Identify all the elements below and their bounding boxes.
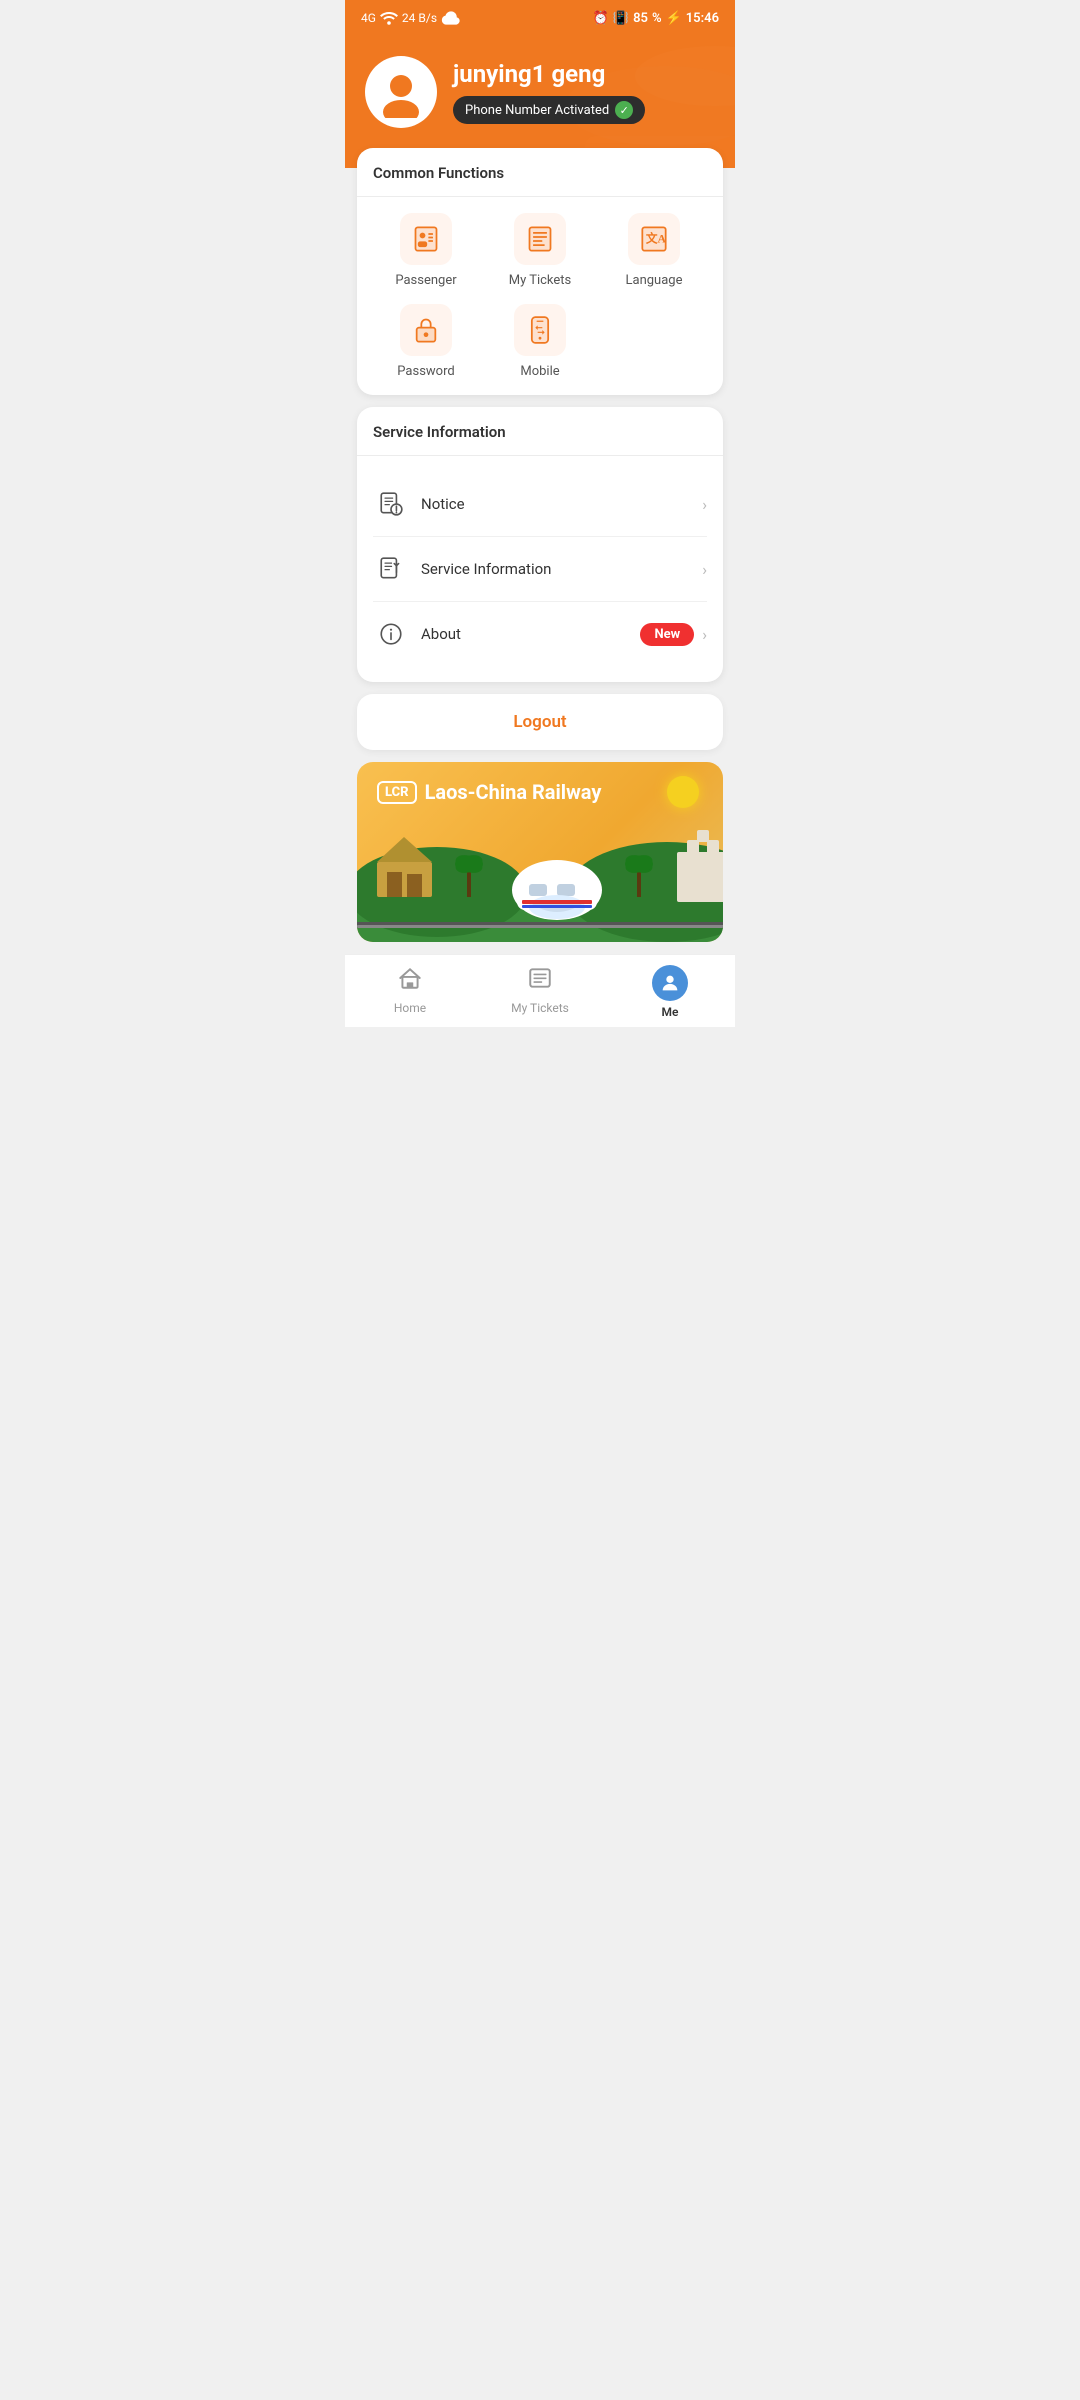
nav-my-tickets[interactable]: My Tickets (475, 955, 605, 1027)
language-label: Language (626, 273, 683, 288)
data-speed: 24 B/s (402, 11, 437, 25)
home-icon (397, 965, 423, 997)
lcr-logo: LCR (377, 781, 417, 804)
logout-button[interactable]: Logout (513, 712, 566, 732)
common-functions-card: Common Functions Passenger (357, 148, 723, 395)
service-list: Notice › Service Information › (373, 472, 707, 666)
profile-row: junying1 geng Phone Number Activated ✓ (365, 56, 715, 128)
mobile-icon (514, 304, 566, 356)
service-info-icon (373, 551, 409, 587)
verified-icon: ✓ (615, 101, 633, 119)
common-functions-title: Common Functions (373, 164, 707, 182)
avatar (365, 56, 437, 128)
service-info-label: Service Information (421, 560, 702, 578)
function-password[interactable]: Password (373, 304, 479, 379)
functions-grid: Passenger My Tickets (373, 213, 707, 379)
nav-me[interactable]: Me (605, 955, 735, 1027)
passenger-label: Passenger (395, 273, 456, 288)
about-label: About (421, 625, 640, 643)
sun-decoration (667, 776, 699, 808)
service-item-info[interactable]: Service Information › (373, 537, 707, 602)
cloud-icon (441, 8, 461, 28)
language-icon: 文A (628, 213, 680, 265)
banner-logo-row: LCR Laos-China Railway (377, 780, 703, 804)
service-info-chevron: › (702, 560, 707, 579)
bottom-nav: Home My Tickets Me (345, 954, 735, 1027)
status-right: ⏰ 📳 85% ⚡ 15:46 (593, 11, 719, 26)
divider-1 (357, 196, 723, 197)
battery-level: 85 (633, 11, 648, 26)
wifi-icon (380, 11, 398, 25)
passenger-icon (400, 213, 452, 265)
password-label: Password (397, 364, 454, 379)
service-item-about[interactable]: About New › (373, 602, 707, 666)
lcr-banner[interactable]: LCR Laos-China Railway (357, 762, 723, 942)
my-tickets-label: My Tickets (509, 273, 572, 288)
about-icon (373, 616, 409, 652)
service-item-notice[interactable]: Notice › (373, 472, 707, 537)
notice-icon (373, 486, 409, 522)
notice-label: Notice (421, 495, 702, 513)
svg-text:文A: 文A (645, 232, 667, 246)
function-language[interactable]: 文A Language (601, 213, 707, 288)
me-label: Me (662, 1005, 679, 1019)
logout-card[interactable]: Logout (357, 694, 723, 750)
signal-icon: 4G (361, 11, 376, 25)
banner-scene (357, 812, 723, 942)
phone-badge: Phone Number Activated ✓ (453, 96, 645, 124)
phone-badge-text: Phone Number Activated (465, 103, 609, 118)
new-badge: New (640, 623, 694, 646)
profile-info: junying1 geng Phone Number Activated ✓ (453, 60, 645, 124)
me-icon (652, 965, 688, 1001)
mobile-label: Mobile (520, 364, 559, 379)
banner-title: Laos-China Railway (425, 780, 602, 804)
notice-chevron: › (702, 495, 707, 514)
service-info-title: Service Information (373, 423, 707, 441)
my-tickets-icon (514, 213, 566, 265)
vibrate-icon: 📳 (613, 11, 629, 26)
divider-2 (357, 455, 723, 456)
function-my-tickets[interactable]: My Tickets (487, 213, 593, 288)
nav-tickets-label: My Tickets (511, 1001, 569, 1015)
nav-home[interactable]: Home (345, 955, 475, 1027)
home-label: Home (394, 1001, 426, 1015)
function-mobile[interactable]: Mobile (487, 304, 593, 379)
clock: 15:46 (686, 11, 719, 26)
service-info-card: Service Information Notice › (357, 407, 723, 682)
nav-tickets-icon (527, 965, 553, 997)
about-chevron: › (702, 625, 707, 644)
password-icon (400, 304, 452, 356)
status-left: 4G 24 B/s (361, 8, 461, 28)
username: junying1 geng (453, 60, 645, 88)
charging-icon: ⚡ (666, 11, 682, 26)
alarm-icon: ⏰ (593, 11, 609, 26)
function-passenger[interactable]: Passenger (373, 213, 479, 288)
status-bar: 4G 24 B/s ⏰ 📳 85% ⚡ 15:46 (345, 0, 735, 36)
